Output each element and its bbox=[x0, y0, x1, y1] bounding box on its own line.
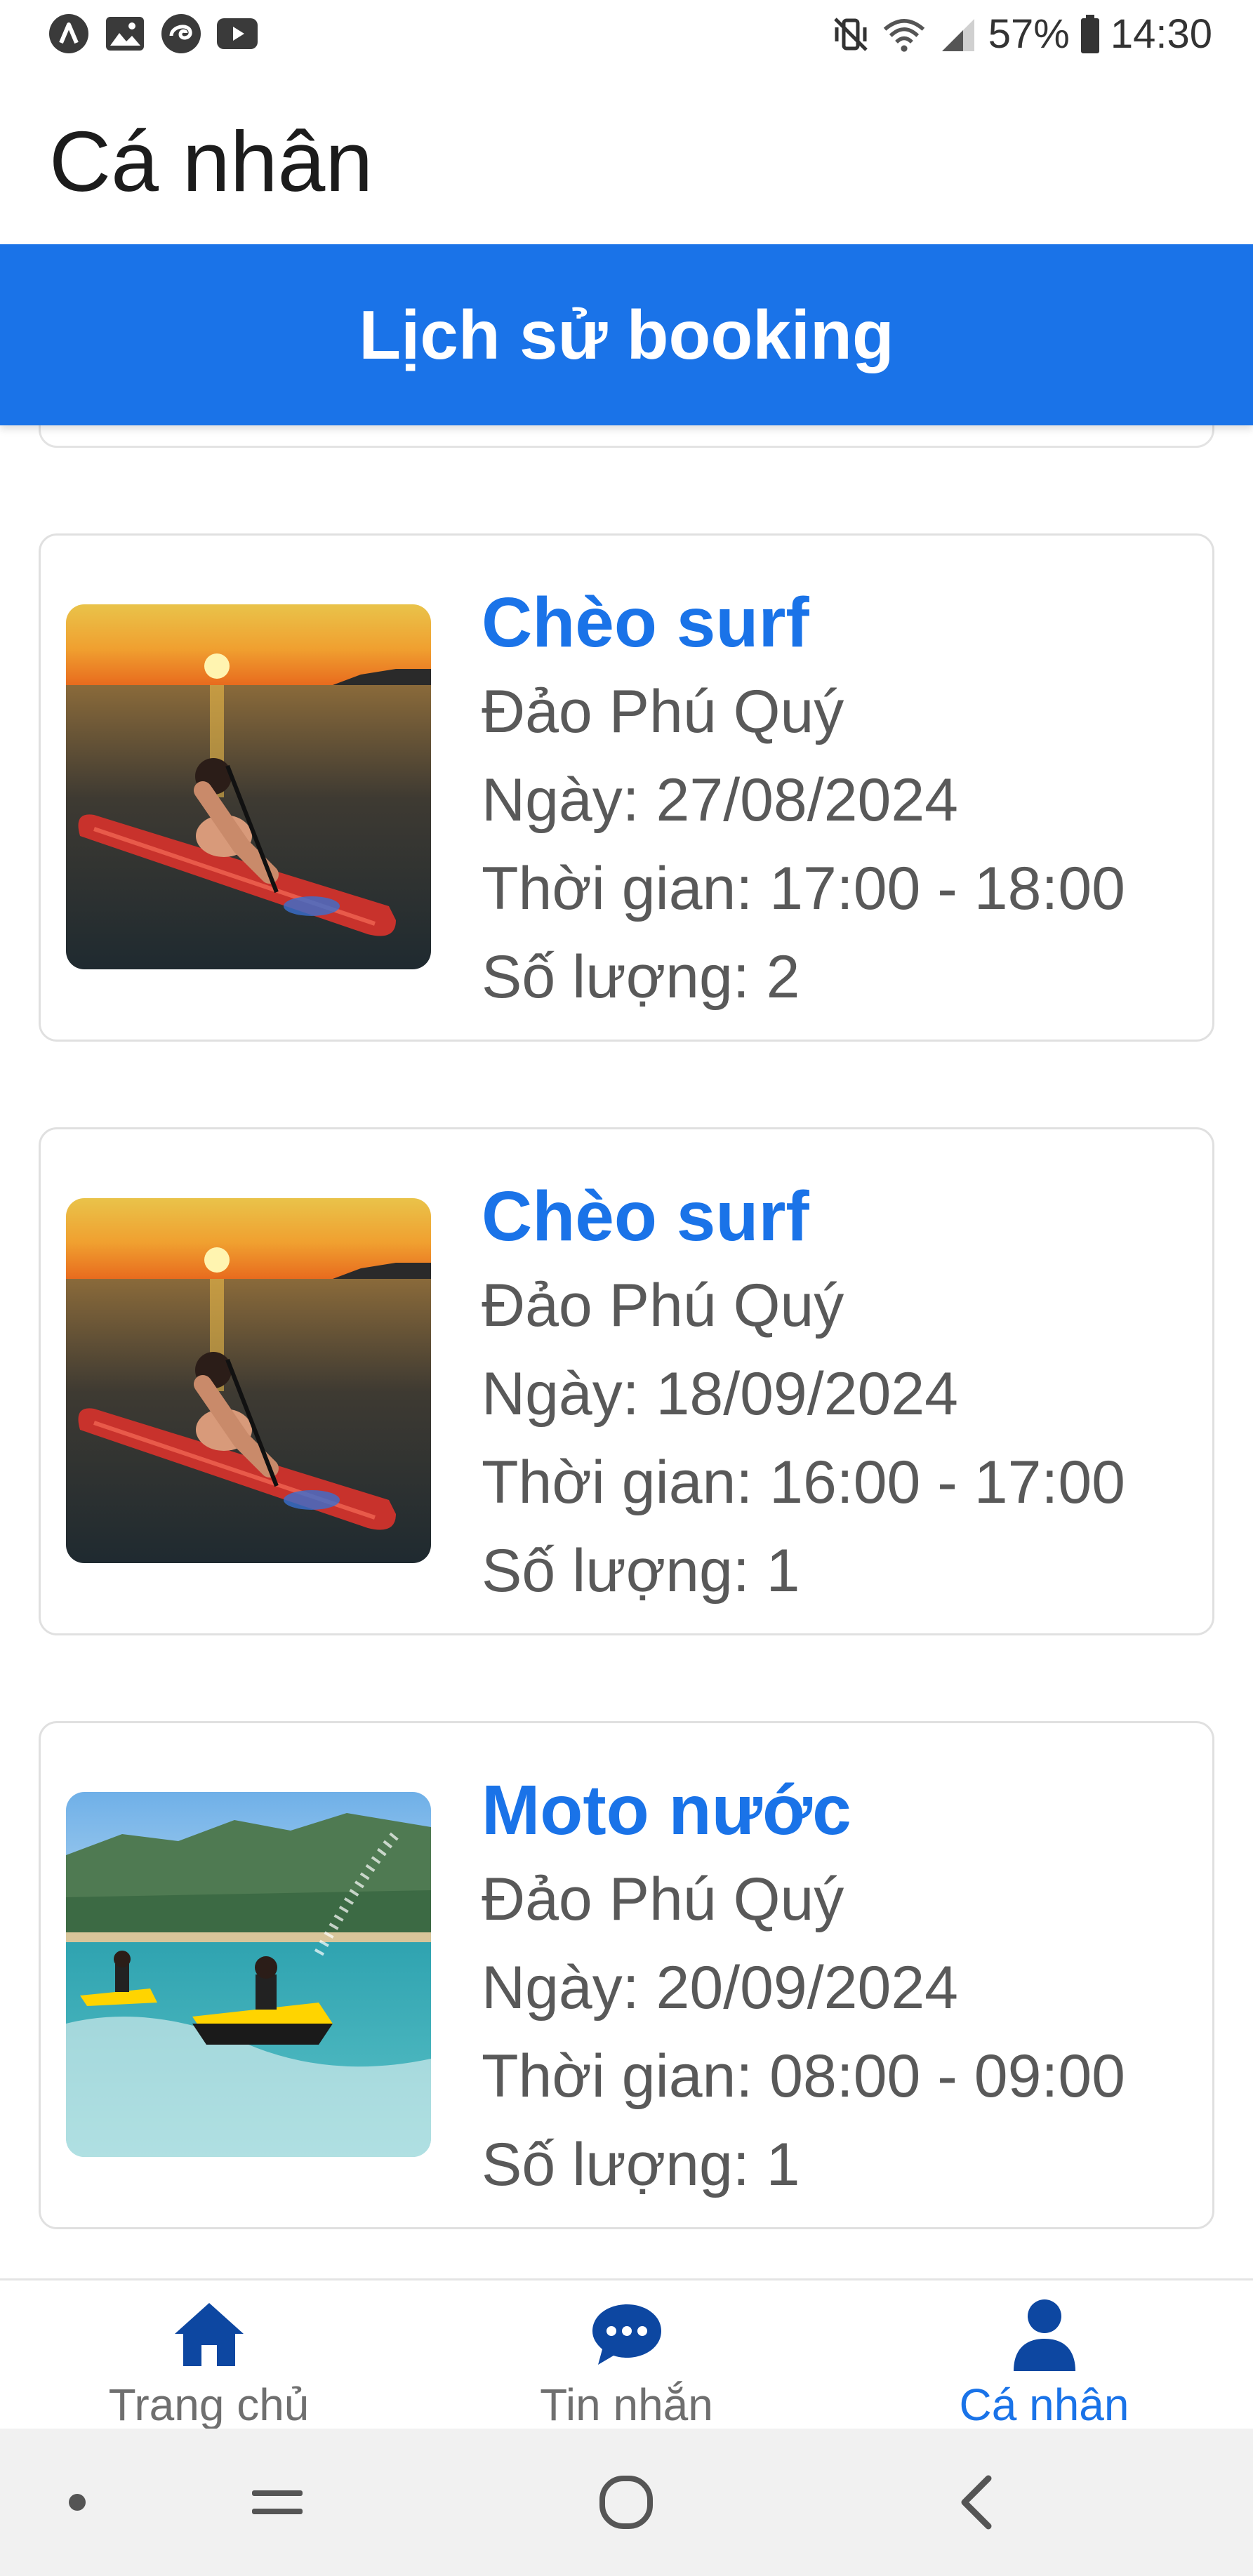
page-title: Cá nhân bbox=[49, 114, 373, 209]
booking-card-body: Chèo surf Đảo Phú Quý Ngày: 27/08/2024 T… bbox=[482, 564, 1125, 1021]
clock: 14:30 bbox=[1110, 11, 1212, 57]
status-bar: 57% 14:30 bbox=[0, 0, 1253, 70]
booking-location: Đảo Phú Quý bbox=[482, 1272, 844, 1339]
sunset-paddleboard-thumbnail bbox=[66, 1198, 431, 1563]
nav-label-home: Trang chủ bbox=[108, 2379, 310, 2430]
battery-percent: 57% bbox=[988, 11, 1070, 57]
nav-label-messages: Tin nhắn bbox=[540, 2379, 713, 2430]
booking-quantity: Số lượng: 1 bbox=[482, 1537, 800, 1605]
mute-vibrate-icon bbox=[828, 12, 873, 57]
booking-list[interactable]: Chèo surf Đảo Phú Quý Ngày: 27/08/2024 T… bbox=[0, 425, 1253, 2278]
recent-apps-button[interactable] bbox=[207, 2429, 347, 2576]
booking-time: Thời gian: 17:00 - 18:00 bbox=[482, 855, 1125, 922]
booking-card[interactable]: Chèo surf Đảo Phú Quý Ngày: 18/09/2024 T… bbox=[39, 1127, 1214, 1635]
screen: 57% 14:30 Cá nhân Lịch sử booking Chèo s… bbox=[0, 0, 1253, 2576]
signal-icon bbox=[935, 12, 980, 57]
nav-item-home[interactable]: Trang chủ bbox=[0, 2280, 418, 2431]
booking-quantity: Số lượng: 2 bbox=[482, 943, 800, 1011]
jetski-thumbnail bbox=[66, 1792, 431, 2157]
booking-quantity: Số lượng: 1 bbox=[482, 2131, 800, 2198]
nav-item-profile[interactable]: Cá nhân bbox=[835, 2280, 1253, 2431]
booking-title: Chèo surf bbox=[482, 1177, 809, 1256]
bottom-nav: Trang chủ Tin nhắn Cá nhân bbox=[0, 2278, 1253, 2429]
home-icon bbox=[167, 2292, 251, 2376]
nav-item-messages[interactable]: Tin nhắn bbox=[418, 2280, 835, 2431]
system-nav-bar bbox=[0, 2429, 1253, 2576]
sunset-paddleboard-thumbnail bbox=[66, 604, 431, 969]
booking-card-partial[interactable] bbox=[39, 425, 1214, 448]
chat-bubble-icon bbox=[585, 2292, 669, 2376]
booking-time: Thời gian: 16:00 - 17:00 bbox=[482, 1449, 1125, 1516]
booking-card[interactable]: Chèo surf Đảo Phú Quý Ngày: 27/08/2024 T… bbox=[39, 533, 1214, 1042]
booking-card-body: Moto nước Đảo Phú Quý Ngày: 20/09/2024 T… bbox=[482, 1751, 1125, 2209]
battery-icon bbox=[1078, 12, 1102, 57]
booking-date: Ngày: 20/09/2024 bbox=[482, 1954, 958, 2021]
booking-card-body: Chèo surf Đảo Phú Quý Ngày: 18/09/2024 T… bbox=[482, 1157, 1125, 1615]
app-header: Cá nhân bbox=[0, 70, 1253, 244]
status-right-icons: 57% 14:30 bbox=[828, 10, 1212, 59]
booking-title: Chèo surf bbox=[482, 583, 809, 662]
wifi-icon bbox=[882, 12, 927, 57]
booking-location: Đảo Phú Quý bbox=[482, 1866, 844, 1933]
status-left-icons bbox=[48, 13, 258, 55]
booking-date: Ngày: 27/08/2024 bbox=[482, 766, 958, 834]
booking-card[interactable]: Moto nước Đảo Phú Quý Ngày: 20/09/2024 T… bbox=[39, 1721, 1214, 2229]
swirl-app-icon bbox=[160, 13, 202, 55]
booking-title: Moto nước bbox=[482, 1771, 851, 1850]
a-logo-icon bbox=[48, 13, 90, 55]
booking-date: Ngày: 18/09/2024 bbox=[482, 1360, 958, 1428]
booking-location: Đảo Phú Quý bbox=[482, 678, 844, 745]
home-button[interactable] bbox=[556, 2429, 696, 2576]
person-icon bbox=[1002, 2292, 1087, 2376]
section-header-bar: Lịch sử booking bbox=[0, 244, 1253, 425]
back-button[interactable] bbox=[907, 2429, 1047, 2576]
dot-indicator-icon bbox=[7, 2429, 147, 2576]
booking-time: Thời gian: 08:00 - 09:00 bbox=[482, 2043, 1125, 2110]
gallery-icon bbox=[104, 13, 146, 55]
youtube-icon bbox=[216, 13, 258, 55]
section-title: Lịch sử booking bbox=[359, 296, 894, 373]
nav-label-profile: Cá nhân bbox=[959, 2379, 1129, 2430]
